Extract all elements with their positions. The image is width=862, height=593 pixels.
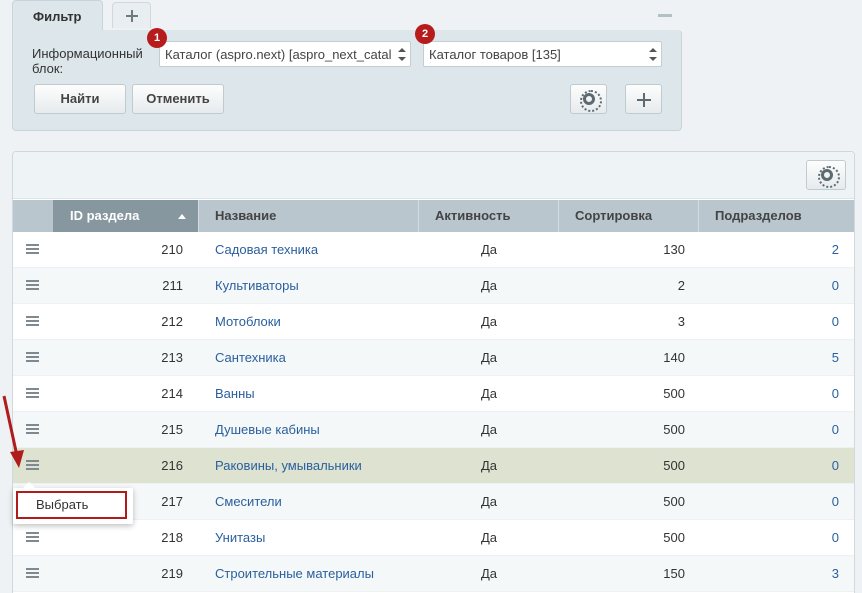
table-row[interactable]: 219 Строительные материалы Да 150 3 [13,556,854,592]
cell-id: 215 [161,422,183,437]
cell-active: Да [480,350,498,365]
table-row[interactable]: 214 Ванны Да 500 0 [13,376,854,412]
cell-subsections-link[interactable]: 0 [699,304,839,340]
cell-active: Да [480,458,498,473]
cell-active: Да [480,386,498,401]
cell-subsections-link[interactable]: 0 [699,412,839,448]
annotation-badge-2: 2 [415,24,435,44]
row-menu-icon[interactable] [26,568,39,578]
cell-sort: 500 [663,530,685,545]
cell-id: 219 [161,566,183,581]
plus-icon [637,93,651,107]
grid-settings-button[interactable] [806,160,846,190]
cell-name-link[interactable]: Душевые кабины [215,412,320,448]
cell-subsections-link[interactable]: 0 [699,448,839,484]
row-menu-icon[interactable] [26,352,39,362]
cell-name-link[interactable]: Садовая техника [215,232,318,268]
cell-name-link[interactable]: Строительные материалы [215,556,374,592]
add-filter-tab-icon[interactable] [112,2,151,28]
cell-active: Да [480,422,498,437]
cell-active: Да [480,566,498,581]
context-menu-select[interactable]: Выбрать [16,491,127,519]
column-header-active[interactable]: Активность [419,200,559,232]
table-row[interactable]: 215 Душевые кабины Да 500 0 [13,412,854,448]
cell-name-link[interactable]: Унитазы [215,520,265,556]
column-header-id[interactable]: ID раздела [53,200,199,232]
select-arrows-icon [398,48,406,61]
collapse-filter-icon[interactable] [658,14,672,17]
column-header-subsections[interactable]: Подразделов [699,200,854,232]
iblock-value: Каталог товаров [135] [429,47,561,62]
table-row[interactable]: 217 Смесители Да 500 0 [13,484,854,520]
cell-sort: 2 [677,278,685,293]
table-row[interactable]: 211 Культиваторы Да 2 0 [13,268,854,304]
tab-filter[interactable]: Фильтр [12,0,103,31]
cell-id: 216 [161,458,183,473]
cell-subsections-link[interactable]: 3 [699,556,839,592]
cell-subsections-link[interactable]: 5 [699,340,839,376]
cell-active: Да [480,278,498,293]
cell-sort: 500 [663,422,685,437]
cell-name-link[interactable]: Культиваторы [215,268,299,304]
row-context-menu: Выбрать [13,482,133,524]
sections-grid: ID раздела Название Активность Сортировк… [12,151,855,593]
sort-asc-icon [178,214,186,219]
cell-active: Да [480,242,498,257]
tab-filter-label: Фильтр [33,9,82,24]
table-row[interactable]: 216 Раковины, умывальники Да 500 0 [13,448,854,484]
find-button[interactable]: Найти [34,84,126,114]
cell-id: 218 [161,530,183,545]
cell-subsections-link[interactable]: 2 [699,232,839,268]
table-row[interactable]: 210 Садовая техника Да 130 2 [13,232,854,268]
cell-sort: 3 [677,314,685,329]
filter-settings-button[interactable] [570,84,607,114]
grid-header: ID раздела Название Активность Сортировк… [13,200,854,232]
cell-subsections-link[interactable]: 0 [699,520,839,556]
cell-name-link[interactable]: Ванны [215,376,255,412]
cell-subsections-link[interactable]: 0 [699,376,839,412]
table-row[interactable]: 213 Сантехника Да 140 5 [13,340,854,376]
grid-toolbar [13,152,854,199]
cell-sort: 500 [663,494,685,509]
cell-id: 210 [161,242,183,257]
cell-sort: 500 [663,386,685,401]
cell-name-link[interactable]: Сантехника [215,340,286,376]
filter-panel: Информационный блок: Каталог (aspro.next… [12,24,682,131]
cell-id: 214 [161,386,183,401]
cell-sort: 140 [663,350,685,365]
column-header-name[interactable]: Название [199,200,419,232]
cell-active: Да [480,530,498,545]
iblock-type-select[interactable]: Каталог (aspro.next) [aspro_next_catal [159,41,411,67]
row-menu-icon[interactable] [26,280,39,290]
cell-active: Да [480,314,498,329]
cell-name-link[interactable]: Смесители [215,484,282,520]
gear-icon [818,166,840,188]
iblock-select[interactable]: Каталог товаров [135] [423,41,662,67]
column-header-sort[interactable]: Сортировка [559,200,699,232]
add-filter-field-button[interactable] [625,84,662,114]
cell-subsections-link[interactable]: 0 [699,484,839,520]
row-menu-icon[interactable] [26,532,39,542]
cell-id: 212 [161,314,183,329]
cell-sort: 130 [663,242,685,257]
cell-name-link[interactable]: Раковины, умывальники [215,448,362,484]
annotation-arrow-icon [2,395,24,468]
select-arrows-icon [649,48,657,61]
cell-name-link[interactable]: Мотоблоки [215,304,281,340]
iblock-type-value: Каталог (aspro.next) [aspro_next_catal [165,47,392,62]
table-row[interactable]: 212 Мотоблоки Да 3 0 [13,304,854,340]
cell-id: 213 [161,350,183,365]
annotation-badge-1: 1 [147,28,167,48]
cell-sort: 500 [663,458,685,473]
iblock-field-label: Информационный блок: [32,46,143,76]
cell-subsections-link[interactable]: 0 [699,268,839,304]
cancel-button[interactable]: Отменить [132,84,224,114]
row-menu-icon[interactable] [26,244,39,254]
table-row[interactable]: 218 Унитазы Да 500 0 [13,520,854,556]
cell-id: 211 [162,278,183,293]
gear-icon [580,90,602,112]
row-menu-icon[interactable] [26,316,39,326]
cell-sort: 150 [663,566,685,581]
cell-active: Да [480,494,498,509]
